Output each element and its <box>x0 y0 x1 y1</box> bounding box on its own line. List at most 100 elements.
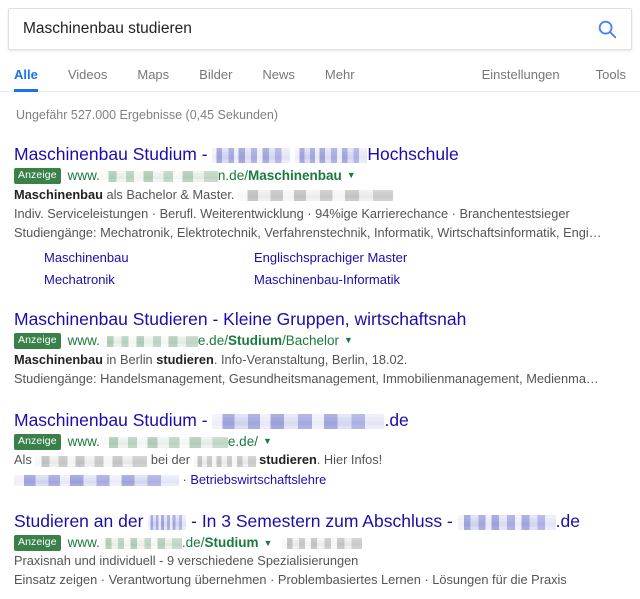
ad-result: Maschinenbau Studium - Hochschule Anzeige… <box>14 144 626 287</box>
chevron-down-icon[interactable]: ▼ <box>263 436 272 447</box>
redacted-text-block <box>282 538 362 549</box>
text-fragment: · <box>179 472 190 487</box>
tab-maps[interactable]: Maps <box>137 68 169 91</box>
text-fragment: Hochschule <box>367 144 458 164</box>
tab-mehr[interactable]: Mehr <box>325 68 355 91</box>
tab-alle[interactable]: Alle <box>14 68 38 91</box>
sitelink[interactable]: Englischsprachiger Master <box>254 250 626 265</box>
text-fragment: Maschinenbau Studium - <box>14 410 212 430</box>
search-tabs-right: Einstellungen Tools <box>446 68 626 91</box>
ad-url-line: Anzeige www. e.de/ ▼ <box>14 434 626 450</box>
highlighted-term: Studium <box>228 333 282 348</box>
ad-display-url[interactable]: www.e.de/Studium/Bachelor <box>68 333 339 349</box>
ad-label-badge: Anzeige <box>14 434 61 450</box>
text-fragment: /Bachelor <box>282 333 339 348</box>
chevron-down-icon[interactable]: ▼ <box>347 170 356 181</box>
text-fragment: Einsatz zeigen · Verantwortung übernehme… <box>14 572 567 587</box>
redacted-text-block <box>295 148 367 163</box>
ad-results-list: Maschinenbau Studium - Hochschule Anzeige… <box>14 144 626 590</box>
redacted-text-block <box>458 515 556 530</box>
ad-result: Maschinenbau Studium - .de Anzeige www. e.d… <box>14 410 626 489</box>
tab-einstellungen[interactable]: Einstellungen <box>482 68 560 91</box>
text-fragment: bei der <box>147 452 193 467</box>
text-fragment: . Hier Infos! <box>317 452 382 467</box>
search-box[interactable] <box>8 8 632 50</box>
tab-tools[interactable]: Tools <box>596 68 626 91</box>
text-fragment: .de <box>384 410 408 430</box>
highlighted-term: Maschinenbau <box>14 352 103 367</box>
redacted-text-block <box>194 456 256 467</box>
search-bar-container <box>0 0 640 50</box>
tab-videos[interactable]: Videos <box>68 68 108 91</box>
ad-display-url[interactable]: www. e.de/ <box>68 434 258 450</box>
text-fragment: Studieren an der <box>14 511 148 531</box>
redacted-text-block <box>212 414 384 429</box>
text-fragment: Maschinenbau Studieren - Kleine Gruppen,… <box>14 309 466 329</box>
tab-bilder[interactable]: Bilder <box>199 68 232 91</box>
ad-result: Studieren an der - In 3 Semestern zum Ab… <box>14 511 626 590</box>
ad-result: Maschinenbau Studieren - Kleine Gruppen,… <box>14 309 626 388</box>
text-fragment: e.de/ <box>198 333 228 348</box>
redacted-text-block <box>14 475 179 486</box>
ad-description-line: Als bei der studieren. Hier Infos! <box>14 451 626 469</box>
highlighted-term: studieren <box>259 452 317 467</box>
redacted-text-block <box>100 336 198 347</box>
redacted-text-block <box>35 456 147 467</box>
text-fragment: .de <box>556 511 580 531</box>
ad-url-line: Anzeige www.e.de/Studium/Bachelor ▼ <box>14 333 626 349</box>
search-input[interactable] <box>9 9 583 49</box>
redacted-text-block <box>212 148 290 163</box>
ad-sitelinks: MaschinenbauEnglischsprachiger MasterMec… <box>14 250 626 287</box>
redacted-text-block <box>100 538 182 549</box>
redacted-text-block <box>100 437 228 448</box>
text-fragment: e.de/ <box>228 434 258 449</box>
text-fragment: als Bachelor & Master. <box>103 187 238 202</box>
search-tabs-left: Alle Videos Maps Bilder News Mehr <box>14 68 385 91</box>
text-fragment: - In 3 Semestern zum Abschluss - <box>186 511 457 531</box>
ad-display-url[interactable]: www. .de/Studium ▼ <box>68 535 363 551</box>
ad-description-line: Maschinenbau in Berlin studieren. Info-V… <box>14 351 626 369</box>
ad-description-line: Studiengänge: Mechatronik, Elektrotechni… <box>14 224 626 242</box>
ad-description-line: · Betriebswirtschaftslehre <box>14 471 626 489</box>
ad-description-line: Indiv. Serviceleistungen · Berufl. Weite… <box>14 205 626 223</box>
text-fragment: www. <box>68 168 100 183</box>
ad-url-line: Anzeige www. .de/Studium ▼ <box>14 535 626 551</box>
redacted-text-block <box>148 515 186 530</box>
highlighted-term: Studium <box>204 535 258 550</box>
ad-description-line: Maschinenbau als Bachelor & Master. <box>14 186 626 204</box>
ad-label-badge: Anzeige <box>14 168 61 184</box>
ad-title-link[interactable]: Maschinenbau Studium - Hochschule <box>14 144 626 165</box>
text-fragment: Maschinenbau Studium - <box>14 144 212 164</box>
ad-label-badge: Anzeige <box>14 333 61 349</box>
text-fragment: Praxisnah und individuell - 9 verschiede… <box>14 553 358 568</box>
text-fragment: Indiv. Serviceleistungen · Berufl. Weite… <box>14 206 570 221</box>
chevron-down-icon[interactable]: ▼ <box>344 335 353 346</box>
ad-title-link[interactable]: Studieren an der - In 3 Semestern zum Ab… <box>14 511 626 532</box>
ad-label-badge: Anzeige <box>14 535 61 551</box>
ad-url-line: Anzeigewww.n.de/Maschinenbau▼ <box>14 168 626 184</box>
text-fragment: n.de/ <box>218 168 248 183</box>
search-submit-button[interactable] <box>583 9 631 49</box>
chevron-down-icon[interactable]: ▼ <box>263 538 272 549</box>
ad-description-line: Studiengänge: Handelsmanagement, Gesundh… <box>14 370 626 388</box>
sitelink[interactable]: Maschinenbau <box>44 250 254 265</box>
text-fragment: in Berlin <box>103 352 156 367</box>
sitelink[interactable]: Maschinenbau-Informatik <box>254 272 626 287</box>
text-fragment: . Info-Veranstaltung, Berlin, 18.02. <box>214 352 408 367</box>
sitelink[interactable]: Mechatronik <box>44 272 254 287</box>
redacted-text-block <box>100 171 218 182</box>
highlighted-term: studieren <box>156 352 214 367</box>
ad-title-link[interactable]: Maschinenbau Studium - .de <box>14 410 626 431</box>
text-fragment: .de/ <box>182 535 205 550</box>
inline-sitelink[interactable]: Betriebswirtschaftslehre <box>190 472 326 487</box>
text-fragment: Als <box>14 452 35 467</box>
text-fragment: www. <box>68 535 100 550</box>
ad-title-link[interactable]: Maschinenbau Studieren - Kleine Gruppen,… <box>14 309 626 330</box>
ad-display-url[interactable]: www.n.de/Maschinenbau <box>68 168 342 184</box>
redacted-text-block <box>238 190 393 201</box>
text-fragment: www. <box>68 434 100 449</box>
tab-news[interactable]: News <box>262 68 295 91</box>
search-tabs: Alle Videos Maps Bilder News Mehr Einstellung… <box>0 50 640 92</box>
text-fragment: Studiengänge: Mechatronik, Elektrotechni… <box>14 225 602 240</box>
text-fragment: Studiengänge: Handelsmanagement, Gesundh… <box>14 371 599 386</box>
